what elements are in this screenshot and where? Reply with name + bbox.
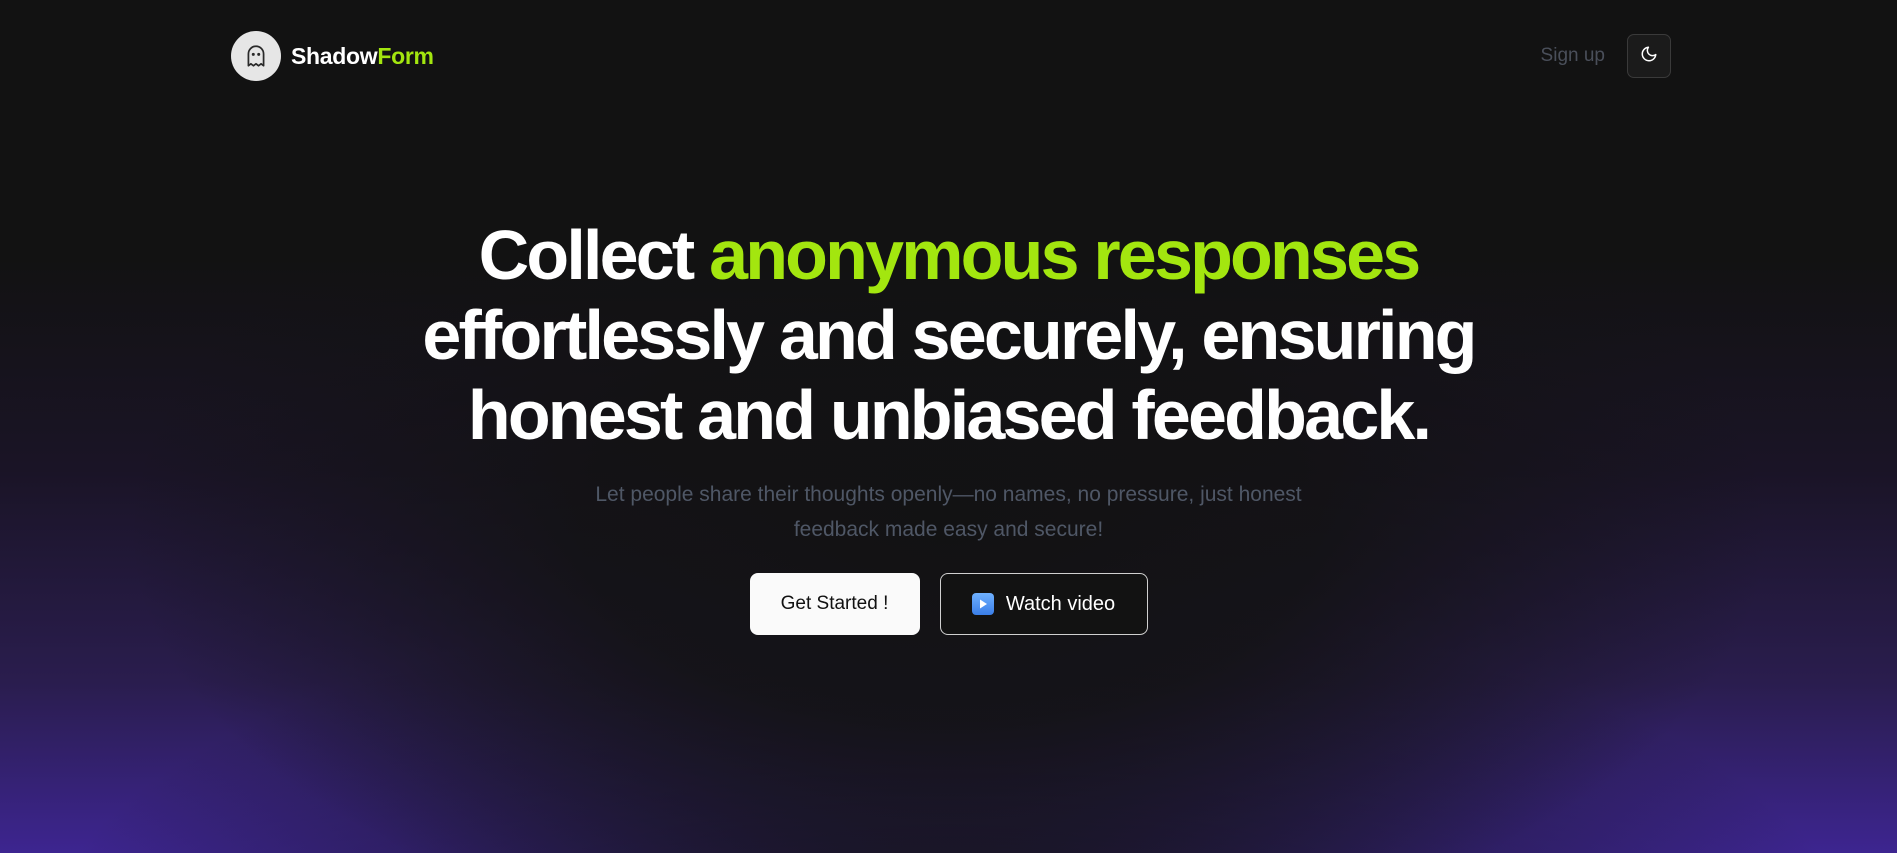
theme-toggle-button[interactable] bbox=[1627, 34, 1671, 78]
headline-text-2: effortlessly and securely, ensuring hone… bbox=[422, 296, 1477, 454]
hero-headline: Collect anonymous responses effortlessly… bbox=[374, 215, 1524, 455]
hero-subtitle: Let people share their thoughts openly—n… bbox=[595, 483, 1302, 541]
top-navbar: ShadowForm Sign up bbox=[231, 30, 1671, 82]
get-started-label: Get Started ! bbox=[780, 593, 889, 614]
get-started-button[interactable]: Get Started ! bbox=[749, 573, 920, 635]
brand-name-part-1: Shadow bbox=[291, 42, 378, 69]
brand-name: ShadowForm bbox=[291, 43, 434, 70]
moon-icon bbox=[1640, 45, 1658, 68]
sign-up-link[interactable]: Sign up bbox=[1541, 45, 1605, 67]
hero-section: Collect anonymous responses effortlessly… bbox=[0, 215, 1897, 635]
hero-cta-group: Get Started ! Watch video bbox=[0, 573, 1897, 635]
brand-name-part-2: Form bbox=[377, 42, 434, 69]
ghost-icon bbox=[231, 31, 281, 81]
brand-logo-link[interactable]: ShadowForm bbox=[231, 31, 434, 81]
watch-video-button[interactable]: Watch video bbox=[939, 573, 1148, 635]
play-button-icon bbox=[971, 593, 994, 615]
nav-actions: Sign up bbox=[1541, 34, 1671, 78]
headline-text-1: Collect bbox=[478, 216, 710, 294]
headline-highlight: anonymous responses bbox=[709, 216, 1421, 294]
landing-page: ShadowForm Sign up Collect anonymous res… bbox=[0, 0, 1897, 853]
watch-video-label: Watch video bbox=[1005, 592, 1116, 615]
